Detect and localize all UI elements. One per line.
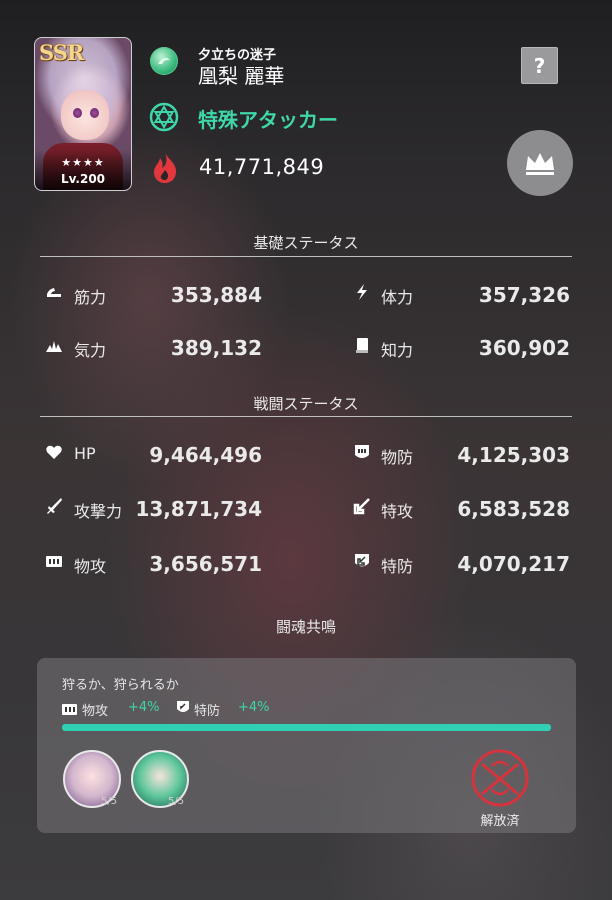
stat-value-attack: 13,871,734 (135, 497, 262, 521)
book-icon (353, 336, 371, 354)
physical-attack-icon (45, 552, 63, 570)
stat-value-stamina: 357,326 (478, 283, 570, 307)
star-rating: ★★★★ (61, 156, 105, 169)
arm-icon (45, 283, 63, 301)
portrait-eye (90, 108, 99, 118)
stat-value-hp: 9,464,496 (149, 443, 262, 467)
help-button[interactable]: ? (521, 47, 558, 84)
stat-value-spirit: 389,132 (170, 336, 262, 360)
member-count: 5/5 (101, 796, 118, 807)
wind-element-icon (150, 47, 178, 75)
hexagram-role-icon (149, 102, 179, 132)
resonance-title: 闘魂共鳴 (275, 618, 336, 636)
released-status: 解放済 (480, 814, 520, 829)
spark-icon (45, 336, 63, 354)
divider (40, 256, 572, 257)
physical-defense-icon (353, 443, 371, 461)
flame-power-icon (151, 152, 179, 184)
combat-power: 41,771,849 (199, 155, 325, 179)
physical-attack-icon (62, 701, 77, 715)
character-portrait[interactable]: SSR ★★★★ Lv.200 (34, 37, 132, 191)
stat-value-physical-attack: 3,656,571 (149, 552, 262, 576)
stat-value-special-defense: 4,070,217 (457, 552, 570, 576)
resonance-caption: 狩るか、狩られるか (62, 678, 179, 693)
character-role: 特殊アタッカー (198, 108, 338, 132)
lightning-icon (353, 283, 371, 301)
portrait-eye (73, 108, 82, 118)
sword-icon (45, 497, 63, 515)
crown-button[interactable] (507, 130, 573, 196)
divider (40, 416, 572, 417)
stat-value-intelligence: 360,902 (478, 336, 570, 360)
base-stats-title: 基礎ステータス (253, 234, 359, 252)
special-attack-icon (353, 497, 371, 515)
stat-value-strength: 353,884 (170, 283, 262, 307)
crown-icon (526, 153, 554, 175)
resonance-progress-bar (62, 724, 551, 731)
heart-icon (45, 443, 63, 461)
bonus-label-special-defense: 特防 (194, 704, 221, 719)
portrait-face (61, 90, 109, 140)
stat-value-physical-defense: 4,125,303 (457, 443, 570, 467)
bonus-label-physical-attack: 物攻 (82, 704, 109, 719)
bonus-value-physical-attack: +4% (128, 700, 160, 715)
released-seal-icon (468, 748, 532, 812)
special-defense-icon (353, 552, 371, 570)
battle-stats-title: 戦闘ステータス (253, 395, 359, 413)
rarity-badge: SSR (39, 40, 84, 65)
special-defense-icon (176, 700, 190, 715)
bonus-value-special-defense: +4% (238, 700, 270, 715)
member-count: 5/5 (168, 796, 185, 807)
level-label: Lv.200 (60, 172, 106, 186)
character-name: 凰梨 麗華 (198, 64, 285, 88)
stat-value-special-attack: 6,583,528 (457, 497, 570, 521)
